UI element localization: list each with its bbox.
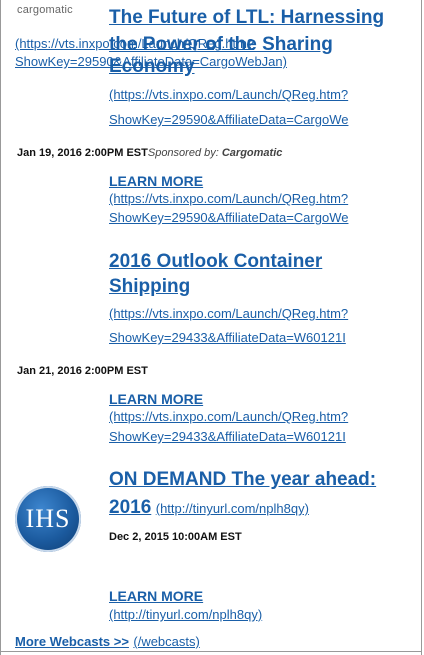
- webcast-3-title-year[interactable]: 2016: [109, 497, 151, 518]
- webcast-1-learn-url-line-2[interactable]: ShowKey=29590&AffiliateData=CargoWe: [109, 207, 348, 228]
- cargomatic-logo: cargomatic: [17, 4, 73, 16]
- webcast-1-sponsored: Sponsored by: Cargomatic: [148, 147, 283, 159]
- webcast-2-title-line-2[interactable]: Shipping: [109, 275, 190, 298]
- more-webcasts-url[interactable]: (/webcasts): [133, 634, 199, 649]
- more-webcasts-label[interactable]: More Webcasts >>: [15, 634, 129, 649]
- webcast-3-title-line-2: 2016 (http://tinyurl.com/nplh8qy): [109, 496, 309, 519]
- webcast-1-learn-url-line-1[interactable]: (https://vts.inxpo.com/Launch/QReg.htm?: [109, 188, 348, 209]
- bottom-divider: [1, 651, 421, 652]
- webcast-2-learn-url-line-1[interactable]: (https://vts.inxpo.com/Launch/QReg.htm?: [109, 406, 348, 427]
- webcast-list: cargomatic (https://vts.inxpo.com/Launch…: [0, 0, 422, 655]
- webcast-1-url-line-2[interactable]: ShowKey=29590&AffiliateData=CargoWe: [109, 109, 348, 130]
- webcast-2-date: Jan 21, 2016 2:00PM EST: [17, 365, 148, 377]
- webcast-1-meta: Jan 19, 2016 2:00PM ESTSponsored by: Car…: [17, 147, 282, 159]
- webcast-2-url-line-1[interactable]: (https://vts.inxpo.com/Launch/QReg.htm?: [109, 303, 348, 324]
- sponsored-label: Sponsored by:: [147, 147, 219, 159]
- webcast-1-url-line-1[interactable]: (https://vts.inxpo.com/Launch/QReg.htm?: [109, 84, 348, 105]
- webcast-1-title-line-3[interactable]: Economy: [109, 55, 195, 78]
- webcast-3-title-url[interactable]: (http://tinyurl.com/nplh8qy): [156, 501, 309, 516]
- webcast-2-title-line-1[interactable]: 2016 Outlook Container: [109, 250, 322, 273]
- webcast-2-url-line-2[interactable]: ShowKey=29433&AffiliateData=W60121I: [109, 327, 346, 348]
- webcast-3-learn-more[interactable]: LEARN MORE: [109, 587, 203, 605]
- webcast-3-title-line-1[interactable]: ON DEMAND The year ahead:: [109, 468, 376, 491]
- webcast-2-learn-url-line-2[interactable]: ShowKey=29433&AffiliateData=W60121I: [109, 426, 346, 447]
- webcast-1-date: Jan 19, 2016 2:00PM EST: [17, 147, 148, 159]
- more-webcasts-link[interactable]: More Webcasts >> (/webcasts): [15, 631, 200, 652]
- webcast-1-title-line-2[interactable]: the Power of the Sharing: [109, 33, 333, 56]
- ihs-logo[interactable]: IHS: [15, 486, 81, 552]
- sponsor-name: Cargomatic: [221, 147, 283, 159]
- ihs-logo-text: IHS: [25, 504, 71, 533]
- webcast-3-date: Dec 2, 2015 10:00AM EST: [109, 531, 242, 543]
- webcast-3-learn-url[interactable]: (http://tinyurl.com/nplh8qy): [109, 604, 262, 625]
- webcast-1-title-line-1[interactable]: The Future of LTL: Harnessing: [109, 6, 384, 29]
